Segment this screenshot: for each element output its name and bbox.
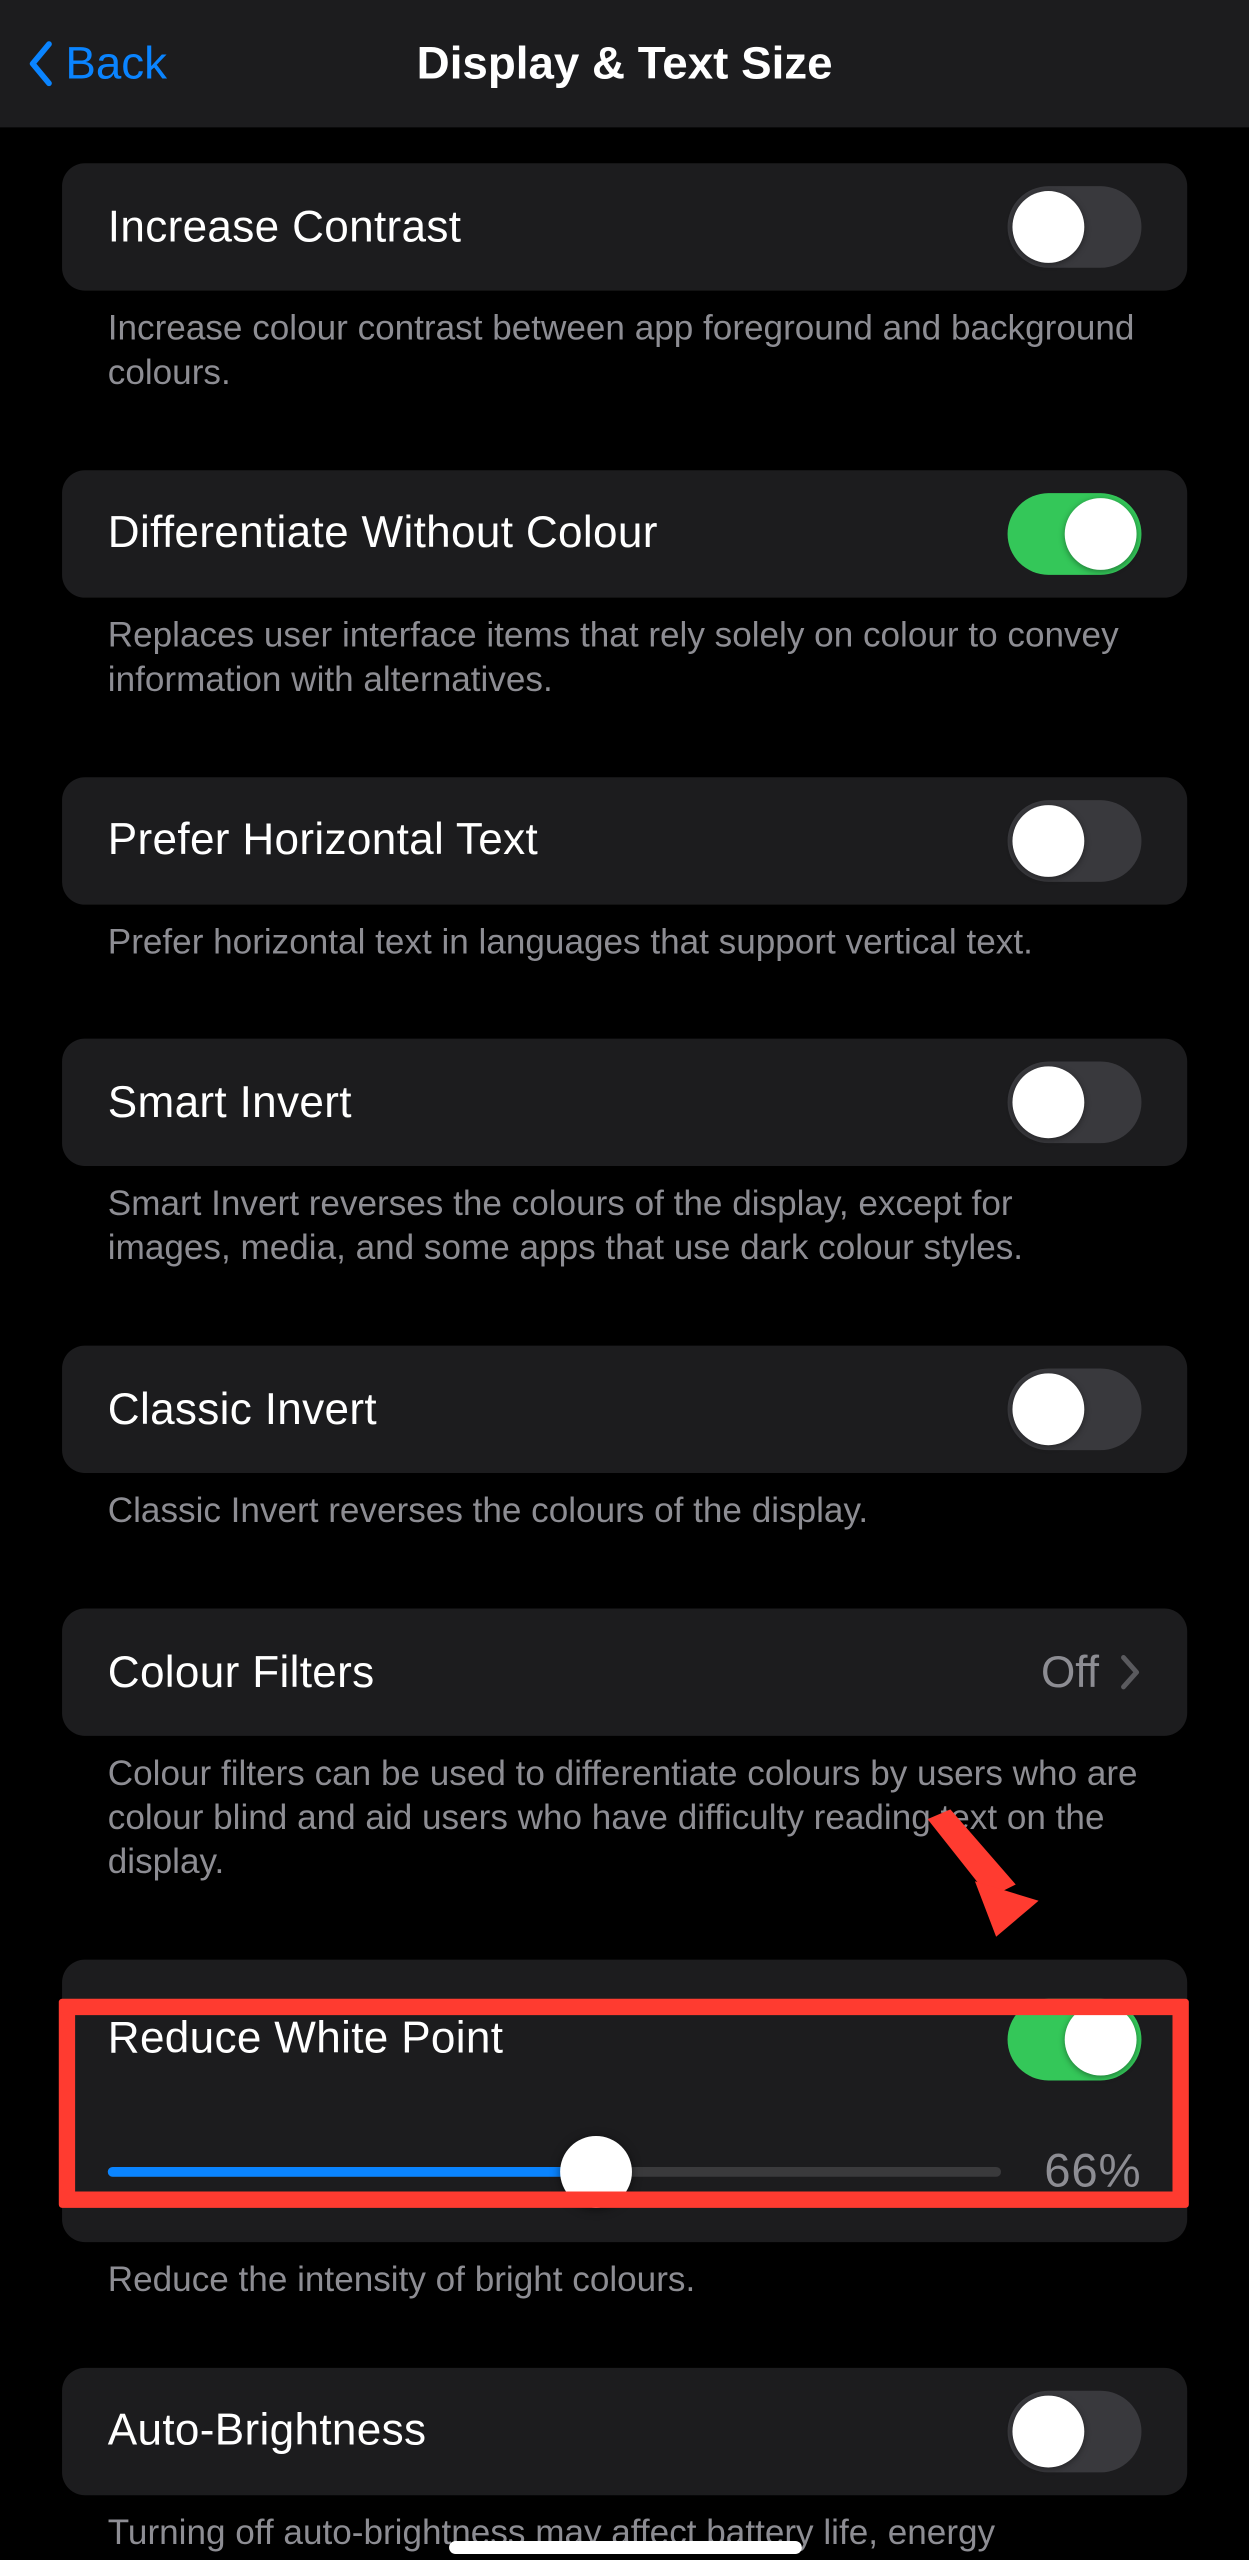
- group-auto-brightness: Auto-Brightness Turning off auto-brightn…: [62, 2367, 1187, 2560]
- row-classic-invert[interactable]: Classic Invert: [62, 1346, 1187, 1473]
- group-colour-filters: Colour Filters Off Colour filters can be…: [62, 1609, 1187, 1937]
- row-prefer-horizontal-text[interactable]: Prefer Horizontal Text: [62, 776, 1187, 903]
- row-differentiate-without-colour[interactable]: Differentiate Without Colour: [62, 470, 1187, 597]
- row-title: Classic Invert: [108, 1384, 377, 1435]
- row-footer: Classic Invert reverses the colours of t…: [62, 1490, 1187, 1586]
- row-title: Increase Contrast: [108, 202, 462, 253]
- row-colour-filters[interactable]: Colour Filters Off: [62, 1609, 1187, 1736]
- back-label: Back: [65, 38, 167, 90]
- row-title: Auto-Brightness: [108, 2405, 427, 2456]
- settings-list: Increase Contrast Increase colour contra…: [0, 127, 1249, 2560]
- group-prefer-horizontal-text: Prefer Horizontal Text Prefer horizontal…: [62, 776, 1187, 1016]
- group-smart-invert: Smart Invert Smart Invert reverses the c…: [62, 1039, 1187, 1323]
- switch-smart-invert[interactable]: [1008, 1062, 1142, 1144]
- home-indicator[interactable]: [448, 2540, 801, 2553]
- switch-prefer-horizontal-text[interactable]: [1008, 799, 1142, 881]
- row-title: Smart Invert: [108, 1078, 352, 1129]
- group-differentiate-without-colour: Differentiate Without Colour Replaces us…: [62, 470, 1187, 754]
- row-footer: Reduce the intensity of bright colours.: [62, 2241, 1187, 2344]
- row-smart-invert[interactable]: Smart Invert: [62, 1039, 1187, 1166]
- chevron-right-icon: [1119, 1653, 1142, 1692]
- slider-thumb[interactable]: [561, 2136, 633, 2208]
- row-footer: Increase colour contrast between app for…: [62, 307, 1187, 447]
- row-reduce-white-point: Reduce White Point 66%: [62, 1959, 1187, 2242]
- switch-classic-invert[interactable]: [1008, 1369, 1142, 1451]
- switch-increase-contrast[interactable]: [1008, 186, 1142, 268]
- group-classic-invert: Classic Invert Classic Invert reverses t…: [62, 1346, 1187, 1586]
- row-title: Differentiate Without Colour: [108, 508, 658, 559]
- row-title: Reduce White Point: [108, 2014, 504, 2065]
- row-footer: Replaces user interface items that rely …: [62, 614, 1187, 754]
- group-increase-contrast: Increase Contrast Increase colour contra…: [62, 163, 1187, 447]
- nav-bar: Back Display & Text Size: [0, 0, 1249, 127]
- row-footer: Colour filters can be used to differenti…: [62, 1752, 1187, 1936]
- row-title: Prefer Horizontal Text: [108, 815, 538, 866]
- row-footer: Prefer horizontal text in languages that…: [62, 920, 1187, 1016]
- page-title: Display & Text Size: [0, 38, 1249, 90]
- chevron-left-icon: [26, 39, 55, 88]
- colour-filters-value: Off: [1041, 1647, 1099, 1698]
- row-accessory: Off: [1041, 1647, 1141, 1698]
- group-reduce-white-point: Reduce White Point 66% Reduce the intens…: [62, 1959, 1187, 2344]
- slider-fill: [108, 2167, 597, 2177]
- row-auto-brightness[interactable]: Auto-Brightness: [62, 2367, 1187, 2494]
- back-button[interactable]: Back: [26, 38, 167, 90]
- slider-reduce-white-point[interactable]: [108, 2167, 1002, 2177]
- switch-auto-brightness[interactable]: [1008, 2390, 1142, 2472]
- row-increase-contrast[interactable]: Increase Contrast: [62, 163, 1187, 290]
- switch-differentiate-without-colour[interactable]: [1008, 493, 1142, 575]
- row-title: Colour Filters: [108, 1647, 375, 1698]
- slider-percent-label: 66%: [1044, 2145, 1141, 2199]
- row-footer: Smart Invert reverses the colours of the…: [62, 1183, 1187, 1323]
- switch-reduce-white-point[interactable]: [1008, 1998, 1142, 2080]
